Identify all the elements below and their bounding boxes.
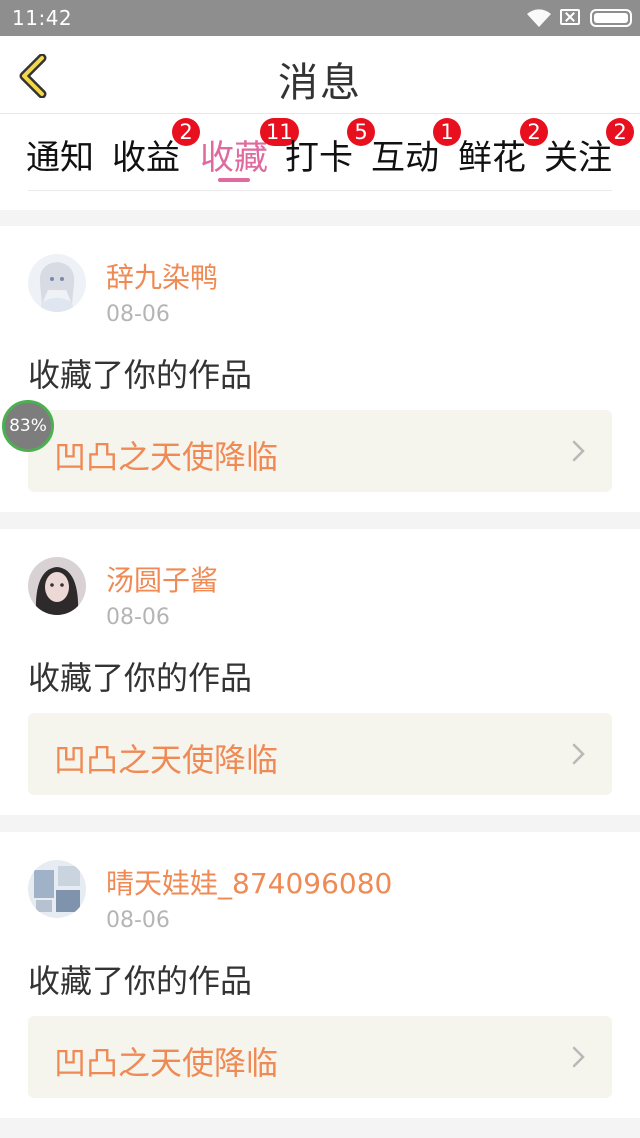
work-title: 凹凸之天使降临	[54, 741, 279, 779]
tab-flowers[interactable]: 鲜花 2	[458, 118, 548, 179]
tab-label: 关注	[544, 138, 612, 178]
chevron-right-icon	[572, 743, 585, 765]
wifi-icon	[527, 9, 551, 27]
tab-favorites[interactable]: 收藏 11	[200, 118, 299, 179]
tab-label: 收益	[112, 138, 180, 178]
username[interactable]: 汤圆子酱	[106, 559, 218, 599]
divider	[28, 190, 612, 191]
chevron-right-icon	[572, 1046, 585, 1068]
action-text: 收藏了你的作品	[28, 356, 253, 394]
message-card: 辞九染鸭 08-06 收藏了你的作品 凹凸之天使降临	[0, 226, 640, 512]
status-time: 11:42	[12, 6, 73, 30]
header: 消息	[0, 36, 640, 114]
tab-interaction[interactable]: 互动 1	[371, 118, 461, 179]
work-link[interactable]: 凹凸之天使降临	[28, 1016, 612, 1098]
tab-label: 通知	[26, 138, 94, 178]
tab-label: 收藏	[200, 138, 268, 178]
username[interactable]: 晴天娃娃_874096080	[106, 862, 392, 902]
chevron-right-icon	[572, 440, 585, 462]
status-bar: 11:42	[0, 0, 640, 36]
avatar[interactable]	[28, 557, 86, 615]
message-date: 08-06	[106, 302, 170, 327]
avatar[interactable]	[28, 860, 86, 918]
tab-notifications[interactable]: 通知	[26, 130, 94, 179]
action-text: 收藏了你的作品	[28, 659, 253, 697]
tab-follows[interactable]: 关注 2	[544, 118, 634, 179]
tab-label: 打卡	[285, 138, 353, 178]
message-card: 晴天娃娃_874096080 08-06 收藏了你的作品 凹凸之天使降临	[0, 832, 640, 1118]
page-title: 消息	[278, 60, 362, 106]
no-sim-icon	[560, 9, 580, 25]
tab-label: 互动	[371, 138, 439, 178]
tab-badge: 2	[172, 118, 200, 146]
progress-text: 83%	[9, 416, 47, 436]
active-tab-indicator	[218, 178, 250, 182]
tab-label: 鲜花	[458, 138, 526, 178]
message-tabs: 通知 收益 2 收藏 11 打卡 5 互动 1 鲜花 2 关注 2	[0, 114, 640, 210]
username[interactable]: 辞九染鸭	[106, 256, 218, 296]
tab-checkin[interactable]: 打卡 5	[285, 118, 375, 179]
floating-progress-bubble[interactable]: 83%	[2, 400, 54, 452]
tab-earnings[interactable]: 收益 2	[112, 118, 200, 179]
work-link[interactable]: 凹凸之天使降临	[28, 713, 612, 795]
action-text: 收藏了你的作品	[28, 962, 253, 1000]
work-title: 凹凸之天使降临	[54, 1044, 279, 1082]
tab-badge: 2	[606, 118, 634, 146]
message-card: 汤圆子酱 08-06 收藏了你的作品 凹凸之天使降临	[0, 529, 640, 815]
message-date: 08-06	[106, 908, 170, 933]
tab-badge: 1	[433, 118, 461, 146]
work-link[interactable]: 凹凸之天使降临	[28, 410, 612, 492]
avatar[interactable]	[28, 254, 86, 312]
work-title: 凹凸之天使降临	[54, 438, 279, 476]
message-date: 08-06	[106, 605, 170, 630]
battery-icon	[590, 9, 632, 27]
